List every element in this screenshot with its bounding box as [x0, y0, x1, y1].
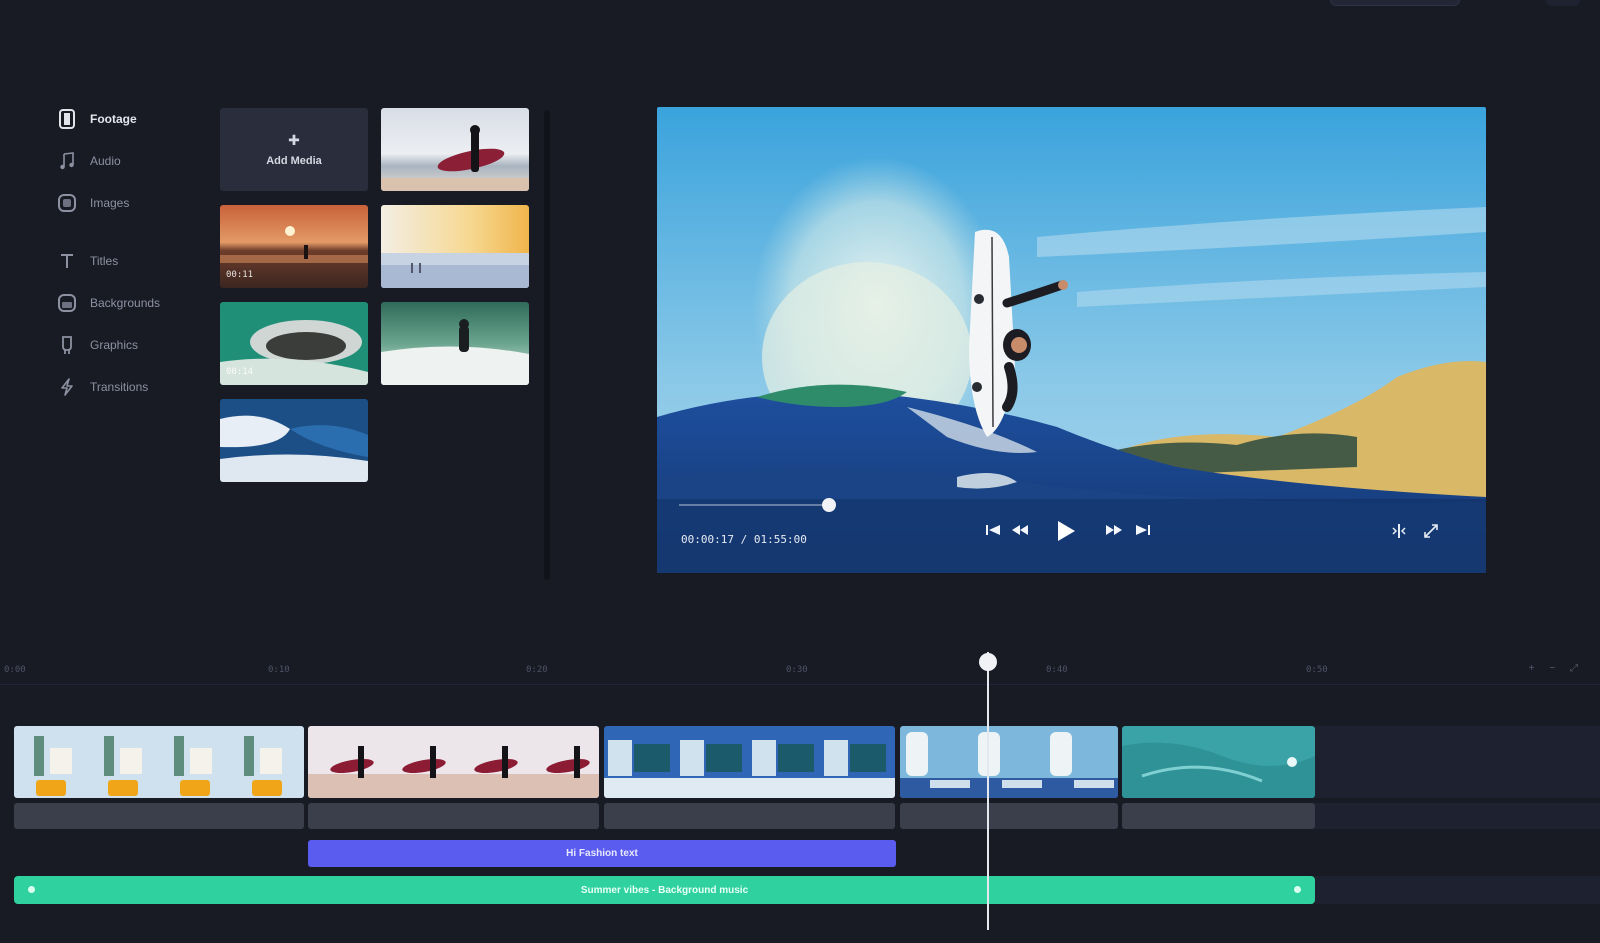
- playhead-handle[interactable]: [979, 653, 997, 671]
- sidebar-item-transitions[interactable]: Transitions: [50, 374, 148, 400]
- fullscreen-icon[interactable]: [1423, 523, 1441, 541]
- image-icon: [56, 192, 78, 214]
- graphics-icon: [56, 334, 78, 356]
- menu-button[interactable]: [1546, 0, 1580, 6]
- transition-icon: [56, 376, 78, 398]
- fast-forward-icon[interactable]: [1105, 523, 1125, 541]
- music-trim-start-handle[interactable]: [28, 886, 35, 893]
- duration-label: 00:11: [226, 270, 254, 280]
- video-track-empty: [1315, 726, 1600, 798]
- music-trim-end-handle[interactable]: [1294, 886, 1301, 893]
- clip-audio-bar[interactable]: [1122, 803, 1315, 829]
- zoom-controls[interactable]: + − ⤢: [1529, 663, 1584, 674]
- media-tile-surfer-water[interactable]: [381, 302, 529, 385]
- ruler-label: 0:20: [526, 665, 548, 675]
- ruler-label: 0:30: [786, 665, 808, 675]
- video-preview[interactable]: 00:00:17 / 01:55:00: [657, 107, 1486, 573]
- add-icon: ✚: [288, 131, 300, 148]
- music-note-icon: [56, 150, 78, 172]
- media-library: ✚ Add Media 00:11 00:14: [218, 108, 538, 578]
- music-clip-label: Summer vibes - Background music: [580, 884, 749, 896]
- clip-audio-bar[interactable]: [308, 803, 599, 829]
- clip-audio-bar[interactable]: [900, 803, 1118, 829]
- background-icon: [56, 292, 78, 314]
- panel-divider[interactable]: [544, 110, 550, 580]
- sidebar-item-images[interactable]: Images: [50, 190, 129, 216]
- ruler-label: 0:10: [268, 665, 290, 675]
- sidebar-item-titles[interactable]: Titles: [50, 248, 118, 274]
- seek-handle[interactable]: [822, 498, 836, 512]
- add-media-label: Add Media: [266, 154, 322, 167]
- sidebar-item-label: Graphics: [90, 338, 139, 352]
- timecode-label: 00:00:17 / 01:55:00: [681, 533, 807, 546]
- play-icon[interactable]: [1055, 519, 1081, 545]
- audio-track-empty: [1315, 803, 1600, 829]
- sidebar-item-label: Titles: [90, 254, 119, 268]
- text-icon: [56, 250, 78, 272]
- sidebar-item-label: Backgrounds: [90, 296, 161, 310]
- sidebar-item-footage[interactable]: Footage: [50, 106, 137, 132]
- media-tile-wave-barrel[interactable]: 00:14: [220, 302, 368, 385]
- video-clip-desert[interactable]: [14, 726, 304, 798]
- media-tile-golden-beach[interactable]: [381, 205, 529, 288]
- duration-label: 00:14: [226, 367, 254, 377]
- timeline-ruler[interactable]: 0:00 0:10 0:20 0:30 0:40 0:50 + − ⤢: [0, 655, 1600, 685]
- top-bar: [0, 0, 1600, 12]
- sidebar-item-label: Footage: [90, 112, 137, 126]
- text-clip-label: Hi Fashion text: [566, 848, 638, 859]
- clip-audio-bar[interactable]: [14, 803, 304, 829]
- sidebar-item-label: Images: [90, 196, 130, 210]
- video-clip-ocean[interactable]: [604, 726, 895, 798]
- playhead-line[interactable]: [987, 652, 989, 930]
- skip-back-icon[interactable]: [985, 523, 1003, 541]
- seek-bar[interactable]: [679, 504, 829, 506]
- clip-audio-bar[interactable]: [604, 803, 895, 829]
- media-tile-surfer-beach[interactable]: [381, 108, 529, 191]
- video-clip-aqua[interactable]: [1122, 726, 1315, 798]
- rewind-icon[interactable]: [1011, 523, 1031, 541]
- sidebar-item-graphics[interactable]: Graphics: [50, 332, 138, 358]
- video-clip-wave-surf[interactable]: [900, 726, 1118, 798]
- music-track-empty: [1315, 876, 1600, 904]
- split-icon[interactable]: [1391, 523, 1409, 541]
- ruler-label: 0:40: [1046, 665, 1068, 675]
- video-clip-surfer-beach[interactable]: [308, 726, 599, 798]
- sidebar-item-label: Audio: [90, 154, 121, 168]
- ruler-label: 0:00: [4, 665, 26, 675]
- footage-icon: [56, 108, 78, 130]
- export-button[interactable]: [1330, 0, 1460, 6]
- music-clip[interactable]: Summer vibes - Background music: [14, 876, 1315, 904]
- media-tile-sunset[interactable]: 00:11: [220, 205, 368, 288]
- ruler-label: 0:50: [1306, 665, 1328, 675]
- media-tile-crashing-wave[interactable]: [220, 399, 368, 482]
- sidebar-item-audio[interactable]: Audio: [50, 148, 121, 174]
- add-media-button[interactable]: ✚ Add Media: [220, 108, 368, 191]
- sidebar-item-backgrounds[interactable]: Backgrounds: [50, 290, 160, 316]
- sidebar-item-label: Transitions: [90, 380, 149, 394]
- skip-forward-icon[interactable]: [1135, 523, 1153, 541]
- text-overlay-clip[interactable]: Hi Fashion text: [308, 840, 896, 867]
